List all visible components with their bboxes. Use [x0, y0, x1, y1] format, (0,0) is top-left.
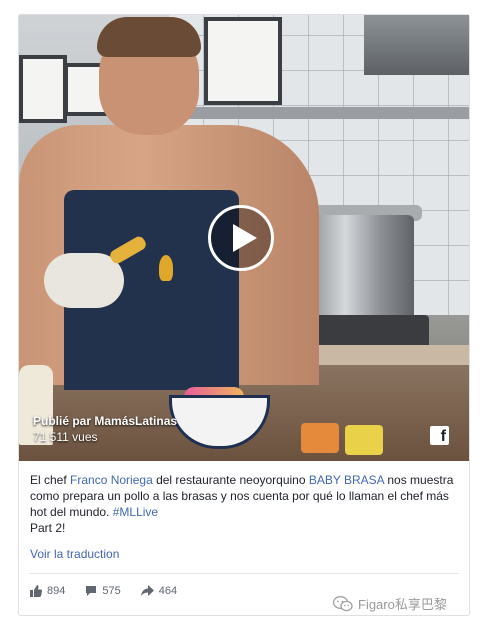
wall-poster — [204, 17, 282, 105]
range-hood — [364, 15, 469, 75]
watermark-text: Figaro私享巴黎 — [358, 597, 447, 612]
video-post-card: Publié par MamásLatinas 71 511 vues f El… — [18, 14, 470, 616]
reaction-bar: 894 575 464 — [30, 585, 177, 597]
view-count: 71 511 vues — [33, 430, 98, 444]
comment-count: 575 — [102, 585, 121, 597]
publisher-name[interactable]: MamásLatinas — [94, 414, 177, 428]
part-label: Part 2! — [30, 521, 66, 535]
comment-action[interactable]: 575 — [85, 585, 121, 597]
apron-logo — [159, 255, 173, 281]
watermark: Figaro私享巴黎 — [333, 594, 447, 613]
restaurant-link[interactable]: BABY BRASA — [309, 473, 384, 487]
thumbs-up-icon — [30, 585, 42, 597]
like-count: 894 — [47, 585, 66, 597]
chef-link[interactable]: Franco Noriega — [70, 473, 153, 487]
like-action[interactable]: 894 — [30, 585, 65, 597]
sauce-cup — [301, 423, 339, 453]
publisher-prefix: Publié par — [33, 414, 92, 428]
caption-text: El chef — [30, 473, 71, 487]
publisher-line: Publié par MamásLatinas — [33, 414, 177, 428]
play-icon — [233, 224, 257, 252]
wall-frame — [19, 55, 67, 123]
play-button[interactable] — [208, 205, 274, 271]
hashtag-link[interactable]: #MLLive — [113, 505, 158, 519]
chef-hair — [97, 17, 201, 57]
kitchen-shelf — [184, 107, 469, 119]
video-player[interactable]: Publié par MamásLatinas 71 511 vues f — [19, 15, 469, 461]
sauce-cup — [345, 425, 383, 455]
share-count: 464 — [158, 585, 178, 597]
comment-icon — [86, 586, 97, 596]
share-action[interactable]: 464 — [140, 585, 178, 597]
facebook-f-icon[interactable]: f — [430, 426, 449, 445]
post-caption: El chef Franco Noriega del restaurante n… — [30, 472, 460, 536]
caption-text: del restaurante neoyorquino — [152, 473, 309, 487]
wechat-icon — [333, 595, 353, 611]
divider — [29, 573, 459, 574]
share-arrow-icon — [140, 585, 154, 596]
see-translation-link[interactable]: Voir la traduction — [30, 547, 119, 561]
